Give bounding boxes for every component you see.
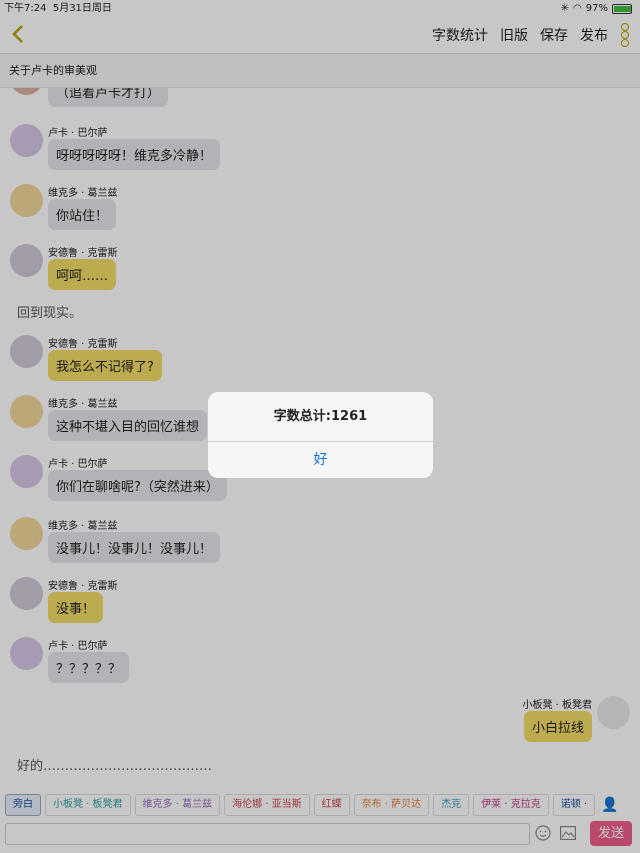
dialog-ok-button[interactable]: 好 xyxy=(208,442,433,478)
dialog-title: 字数总计:1261 xyxy=(208,392,433,442)
word-count-dialog: 字数总计:1261 好 xyxy=(208,392,433,478)
